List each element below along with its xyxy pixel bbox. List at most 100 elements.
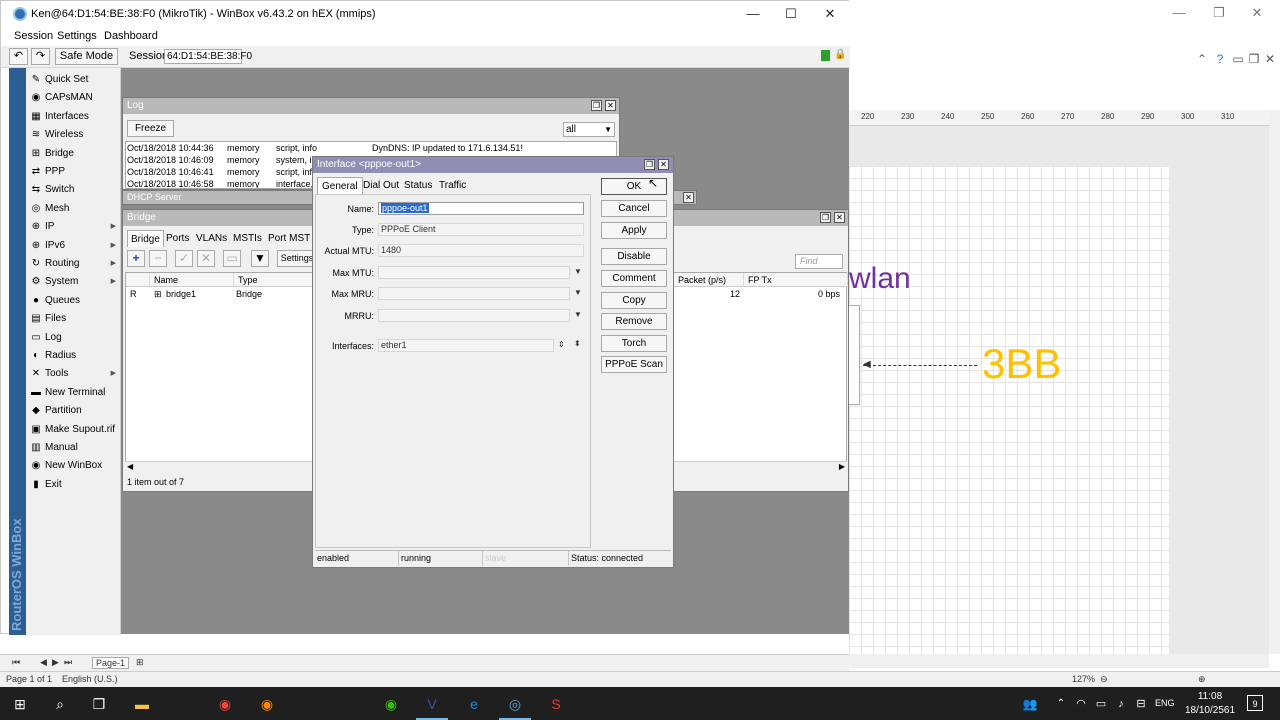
remove-icon[interactable]: − — [149, 250, 167, 267]
freeze-button[interactable]: Freeze — [127, 120, 174, 137]
sidebar-item-switch[interactable]: ⇆ Switch — [28, 181, 120, 199]
snagit-icon[interactable]: S — [545, 693, 567, 715]
clock-time[interactable]: 11:08 — [1186, 691, 1234, 702]
find-input[interactable]: Find — [795, 254, 843, 269]
close-icon[interactable]: ✕ — [605, 100, 616, 111]
tray-chevron-icon[interactable]: ⌃ — [1050, 693, 1072, 715]
wlan-label[interactable]: wlan — [849, 262, 911, 296]
chevron-down-icon[interactable]: ▼ — [574, 310, 582, 319]
wifi-icon[interactable]: ◠ — [1070, 693, 1092, 715]
close-icon[interactable]: ✕ — [815, 5, 845, 23]
log-filter-select[interactable]: all ▼ — [563, 122, 615, 137]
scroll-left-icon[interactable]: ◀ — [127, 462, 133, 471]
wechat-icon[interactable]: ◉ — [380, 693, 402, 715]
name-input[interactable]: pppoe-out1 — [378, 202, 584, 215]
tab-dial-out[interactable]: Dial Out — [359, 177, 403, 194]
input-language[interactable]: ENG — [1155, 698, 1175, 708]
pppoe-scan-button[interactable]: PPPoE Scan — [601, 356, 667, 373]
remove-button[interactable]: Remove — [601, 313, 667, 330]
sidebar-item-new-terminal[interactable]: ▬ New Terminal — [28, 384, 120, 402]
sidebar-item-ppp[interactable]: ⇄ PPP — [28, 163, 120, 181]
session-field[interactable]: 64:D1:54:BE:38:F0 — [164, 49, 252, 64]
enable-icon[interactable]: ✓ — [175, 250, 193, 267]
visio-icon[interactable]: V — [421, 693, 443, 715]
sidebar-item-log[interactable]: ▭ Log — [28, 329, 120, 347]
cancel-button[interactable]: Cancel — [601, 200, 667, 217]
mrru-input[interactable] — [378, 309, 570, 322]
copy-button[interactable]: Copy — [601, 292, 667, 309]
close-icon[interactable]: ✕ — [834, 212, 845, 223]
network-icon[interactable]: ⊟ — [1130, 693, 1152, 715]
interfaces-select[interactable]: ether1 — [378, 339, 554, 352]
language-status[interactable]: English (U.S.) — [62, 674, 118, 684]
filter-icon[interactable]: ▼ — [251, 250, 269, 267]
menu-settings[interactable]: Settings — [57, 30, 97, 42]
sidebar-item-ip[interactable]: ⊕ IP ▶ — [28, 218, 120, 236]
sidebar-item-routing[interactable]: ↻ Routing ▶ — [28, 255, 120, 273]
comment-button[interactable]: Comment — [601, 270, 667, 287]
max-mru-input[interactable] — [378, 287, 570, 300]
maximize-icon[interactable]: ☐ — [776, 5, 806, 23]
chrome-icon[interactable]: ◉ — [214, 693, 236, 715]
sidebar-item-partition[interactable]: ◆ Partition — [28, 402, 120, 420]
sidebar-item-quick-set[interactable]: ✎ Quick Set — [28, 71, 120, 89]
column-fp-tx[interactable]: FP Tx — [744, 273, 848, 287]
task-view-icon[interactable]: ❐ — [88, 693, 110, 715]
ribbon-collapse-icon[interactable]: ⌃ — [1195, 52, 1209, 66]
spinner-icon[interactable]: ⇕ — [558, 340, 565, 349]
torch-button[interactable]: Torch — [601, 335, 667, 352]
chevron-down-icon[interactable]: ▼ — [574, 267, 582, 276]
sidebar-item-queues[interactable]: ● Queues — [28, 292, 120, 310]
column-flag[interactable] — [126, 273, 150, 287]
apply-button[interactable]: Apply — [601, 222, 667, 239]
menu-session[interactable]: Session — [14, 30, 53, 42]
file-explorer-icon[interactable]: ▬ — [131, 693, 153, 715]
close-icon[interactable]: ✕ — [683, 192, 694, 203]
windows-start-icon[interactable]: ⊞ — [9, 693, 31, 715]
sidebar-item-files[interactable]: ▤ Files — [28, 310, 120, 328]
last-page-icon[interactable]: ⏭ — [64, 657, 72, 668]
insert-page-icon[interactable]: ⊞ — [136, 657, 144, 668]
sidebar-item-make-supout-rif[interactable]: ▣ Make Supout.rif — [28, 421, 120, 439]
add-icon[interactable]: + — [127, 250, 145, 267]
drawing-canvas[interactable] — [849, 126, 1269, 654]
help-icon[interactable]: ? — [1213, 52, 1227, 66]
tab-general[interactable]: General — [317, 177, 363, 194]
menu-dashboard[interactable]: Dashboard — [104, 30, 158, 42]
isp-label[interactable]: 3BB — [982, 340, 1061, 388]
zoom-out-icon[interactable]: ⊖ — [1100, 674, 1108, 685]
sidebar-item-mesh[interactable]: ◎ Mesh — [28, 200, 120, 218]
close-icon[interactable]: ✕ — [658, 159, 669, 170]
vertical-scrollbar[interactable] — [1269, 110, 1280, 654]
tab-vlans[interactable]: VLANs — [193, 230, 230, 247]
tab-bridge[interactable]: Bridge — [127, 230, 164, 247]
tab-mstis[interactable]: MSTIs — [230, 230, 265, 247]
dashed-connector[interactable] — [863, 365, 977, 366]
battery-icon[interactable]: ▭ — [1090, 693, 1112, 715]
sidebar-item-tools[interactable]: ✕ Tools ▶ — [28, 365, 120, 383]
sidebar-item-manual[interactable]: ▥ Manual — [28, 439, 120, 457]
people-icon[interactable]: 👥 — [1019, 693, 1041, 715]
sidebar-item-radius[interactable]: ◐ Radius — [28, 347, 120, 365]
scroll-right-icon[interactable]: ▶ — [839, 462, 845, 471]
minimize-icon[interactable]: — — [738, 5, 768, 23]
sidebar-item-new-winbox[interactable]: ◉ New WinBox — [28, 457, 120, 475]
sidebar-item-system[interactable]: ⚙ System ▶ — [28, 273, 120, 291]
sidebar-item-interfaces[interactable]: ▦ Interfaces — [28, 108, 120, 126]
sidebar-item-capsman[interactable]: ◉ CAPsMAN — [28, 89, 120, 107]
max-mtu-input[interactable] — [378, 266, 570, 279]
next-page-icon[interactable]: ▶ — [52, 657, 59, 668]
page-status[interactable]: Page 1 of 1 — [6, 674, 52, 684]
log-title[interactable]: Log — [123, 98, 619, 114]
ribbon-minimize-icon[interactable]: ▭ — [1231, 52, 1245, 66]
chevron-down-icon[interactable]: ▼ — [574, 288, 582, 297]
sidebar-item-exit[interactable]: ▮ Exit — [28, 476, 120, 494]
bg-restore-icon[interactable]: ❐ — [1209, 5, 1229, 21]
clock-date[interactable]: 18/10/2561 — [1182, 705, 1238, 716]
prev-page-icon[interactable]: ◀ — [40, 657, 47, 668]
bg-close-icon[interactable]: ✕ — [1247, 5, 1267, 21]
comment-icon[interactable]: ▭ — [223, 250, 241, 267]
page-tab[interactable]: Page-1 — [92, 657, 130, 669]
disable-icon[interactable]: ✕ — [197, 250, 215, 267]
column-packet[interactable]: Packet (p/s) — [674, 273, 744, 287]
